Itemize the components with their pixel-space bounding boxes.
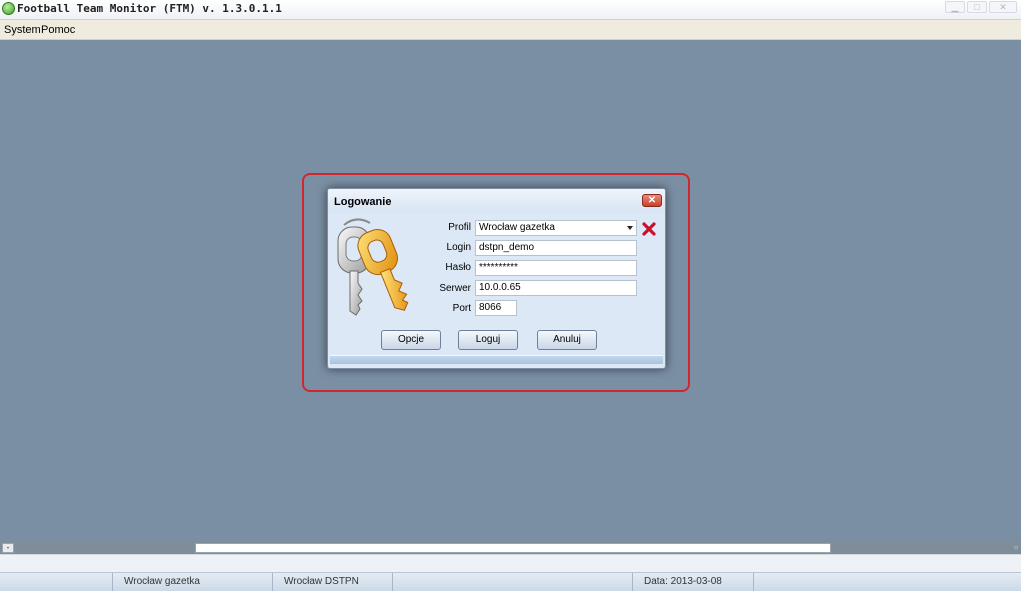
login-label: Login <box>446 242 471 253</box>
serwer-label: Serwer <box>439 283 471 294</box>
red-x-icon[interactable] <box>642 222 656 236</box>
dialog-title: Logowanie <box>334 196 392 208</box>
status-panel-profile: Wrocław gazetka <box>112 573 271 591</box>
anuluj-button[interactable]: Anuluj <box>537 330 597 350</box>
haslo-label: Hasło <box>445 262 471 273</box>
status-panel-blank <box>392 573 633 591</box>
chevron-down-icon <box>627 226 633 230</box>
status-bar: Wrocław gazetka Wrocław DSTPN Data: 2013… <box>0 572 1021 591</box>
close-icon[interactable]: ✕ <box>642 194 662 207</box>
scroll-thumb[interactable] <box>195 543 831 553</box>
status-panel-site: Wrocław DSTPN <box>272 573 392 591</box>
keys-icon <box>337 218 409 316</box>
profile-dropdown[interactable]: Wrocław gazetka <box>475 220 637 236</box>
opcje-button[interactable]: Opcje <box>381 330 441 350</box>
horizontal-scrollbar[interactable]: - ○ <box>0 542 1021 554</box>
profile-dropdown-value: Wrocław gazetka <box>479 222 555 233</box>
status-panel-empty <box>0 573 112 591</box>
password-field[interactable]: ********** <box>475 260 637 276</box>
maximize-button[interactable]: □ <box>967 1 987 13</box>
status-panel-last <box>753 573 1021 591</box>
window-close-button[interactable]: ✕ <box>989 1 1017 13</box>
window-title: Football Team Monitor (FTM) v. 1.3.0.1.1 <box>17 2 282 15</box>
port-field[interactable]: 8066 <box>475 300 517 316</box>
scroll-left-button[interactable]: - <box>2 543 14 553</box>
profil-label: Profil <box>448 222 471 233</box>
menu-bar: System Pomoc <box>0 20 1021 40</box>
app-icon <box>2 2 15 15</box>
loguj-button[interactable]: Loguj <box>458 330 518 350</box>
title-bar: Football Team Monitor (FTM) v. 1.3.0.1.1… <box>0 0 1021 20</box>
menu-pomoc[interactable]: Pomoc <box>41 24 75 36</box>
server-field[interactable]: 10.0.0.65 <box>475 280 637 296</box>
menu-system[interactable]: System <box>4 24 41 36</box>
dialog-title-bar: Logowanie ✕ <box>328 189 665 213</box>
status-panel-date: Data: 2013-03-08 <box>632 573 753 591</box>
dialog-footer <box>330 355 663 364</box>
login-field[interactable]: dstpn_demo <box>475 240 637 256</box>
panel-strip <box>0 554 1021 573</box>
scroll-right-button[interactable]: ○ <box>1011 543 1021 553</box>
minimize-button[interactable]: ▁ <box>945 1 965 13</box>
login-dialog: Logowanie ✕ Profil Wrocław gazetka Login… <box>327 188 666 369</box>
port-label: Port <box>452 303 471 314</box>
